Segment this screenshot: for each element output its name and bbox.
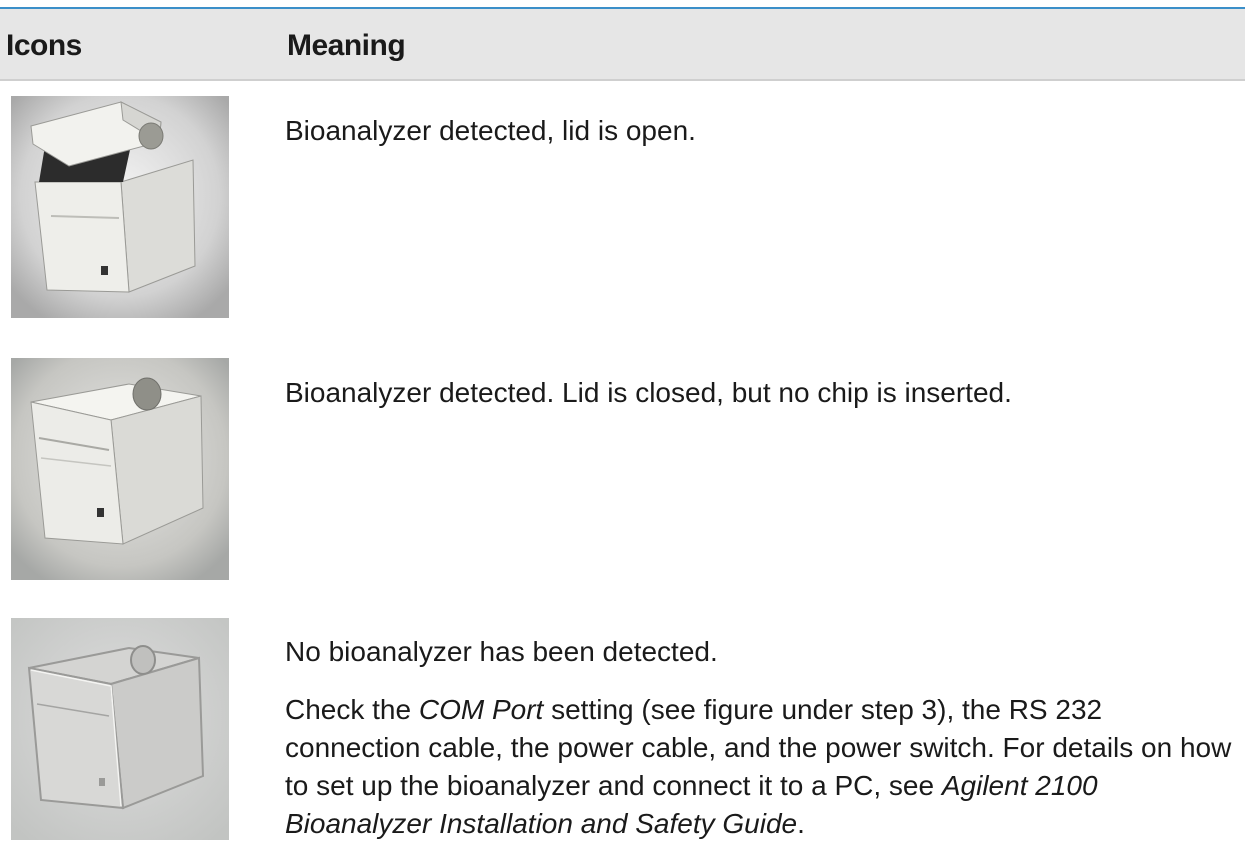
header-meaning: Meaning (287, 29, 406, 62)
row-2-text: Bioanalyzer detected. Lid is closed, but… (285, 377, 1012, 408)
row-1-text: Bioanalyzer detected, lid is open. (285, 115, 696, 146)
row-1-meaning: Bioanalyzer detected, lid is open. (285, 112, 1235, 150)
row-2-meaning: Bioanalyzer detected. Lid is closed, but… (285, 374, 1235, 412)
row-3-text: No bioanalyzer has been detected. (285, 636, 718, 667)
bioanalyzer-lid-open-icon (11, 96, 229, 318)
table-header: Icons Meaning (0, 9, 1245, 81)
header-icons: Icons (6, 29, 82, 62)
com-port-setting-ref: COM Port (418, 694, 544, 725)
bioanalyzer-not-detected-icon (11, 618, 229, 840)
details-text-1: Check the (285, 694, 419, 725)
row-3-meaning: No bioanalyzer has been detected. Check … (285, 633, 1235, 843)
details-text-3: . (797, 808, 805, 839)
bioanalyzer-lid-closed-icon (11, 358, 229, 580)
row-3-details: Check the COM Port setting (see figure u… (285, 691, 1235, 843)
